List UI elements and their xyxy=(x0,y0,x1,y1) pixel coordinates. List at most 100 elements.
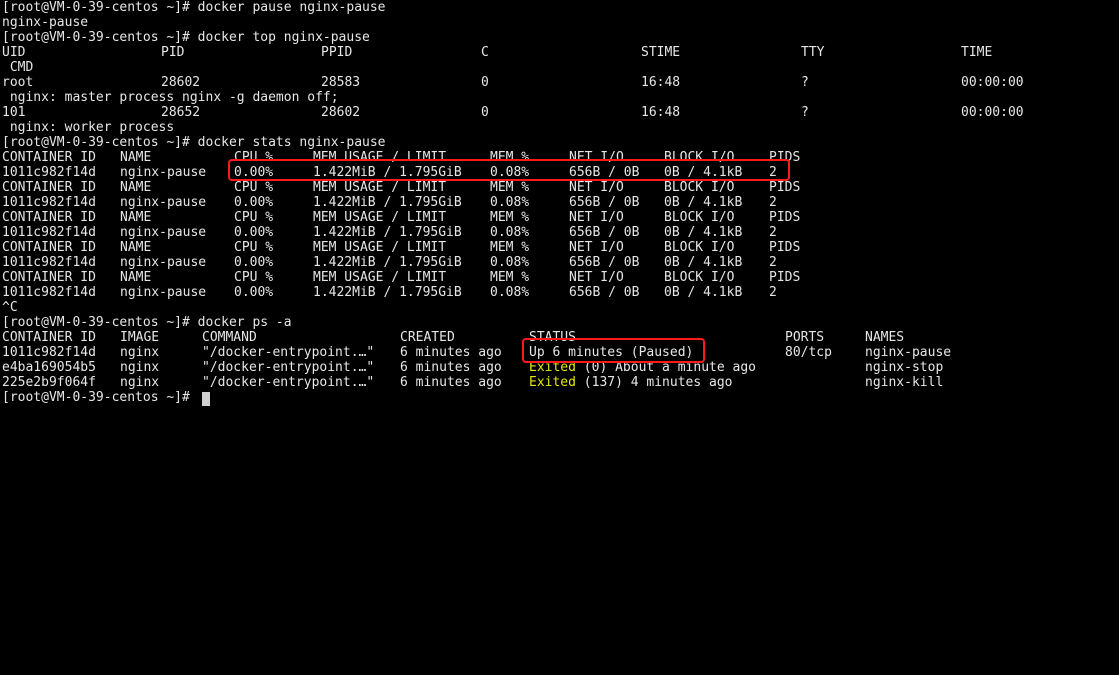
stats-cell: 1.422MiB / 1.795GiB xyxy=(313,195,462,210)
stats-col-mem-usage: MEM USAGE / LIMIT xyxy=(313,240,447,255)
stats-col-pids: PIDS xyxy=(769,240,801,255)
stats-col-name: NAME xyxy=(120,150,152,165)
top-cell: 00:00:00 xyxy=(961,75,1024,90)
stats-col-mem-usage: MEM USAGE / LIMIT xyxy=(313,180,447,195)
stats-col-net-io: NET I/O xyxy=(569,240,624,255)
ps-cell-created: 6 minutes ago xyxy=(400,360,502,375)
terminal-window[interactable]: [root@VM-0-39-centos ~]# docker pause ng… xyxy=(2,0,1119,411)
ps-row-nginx-pause: 1011c982f14d nginx "/docker-entrypoint.…… xyxy=(2,345,951,360)
ps-row-nginx-stop: e4ba169054b5 nginx "/docker-entrypoint.…… xyxy=(2,360,943,375)
stats-header-row: CONTAINER ID NAME CPU % MEM USAGE / LIMI… xyxy=(2,150,800,165)
stats-cell: 1011c982f14d xyxy=(2,255,96,270)
stats-cell: 656B / 0B xyxy=(569,285,640,300)
stats-col-block-io: BLOCK I/O xyxy=(664,270,735,285)
top-cell: 28602 xyxy=(161,75,201,90)
top-col-uid: UID xyxy=(2,45,26,60)
stats-cell: 1.422MiB / 1.795GiB xyxy=(313,255,462,270)
stats-cell: 0B / 4.1kB xyxy=(664,285,743,300)
ps-row-nginx-kill: 225e2b9f064f nginx "/docker-entrypoint.…… xyxy=(2,375,943,390)
stats-col-container-id: CONTAINER ID xyxy=(2,270,96,285)
stats-col-mem-pct: MEM % xyxy=(490,180,530,195)
stats-highlight-box xyxy=(228,159,790,181)
top-col-stime: STIME xyxy=(641,45,681,60)
stats-header-row: CONTAINER ID NAME CPU % MEM USAGE / LIMI… xyxy=(2,180,800,195)
top-cell: 00:00:00 xyxy=(961,105,1024,120)
top-header-row: UID PID PPID C STIME TTY TIME xyxy=(2,45,992,60)
ps-cell-command: "/docker-entrypoint.…" xyxy=(202,345,375,360)
stats-cell: nginx-pause xyxy=(120,225,207,240)
stats-cell: 656B / 0B xyxy=(569,255,640,270)
top-cell: 28583 xyxy=(321,75,361,90)
top-cell: ? xyxy=(801,75,809,90)
ps-col-names: NAMES xyxy=(865,330,905,345)
stats-col-mem-pct: MEM % xyxy=(490,240,530,255)
stats-cell: 0.08% xyxy=(490,255,530,270)
stats-col-pids: PIDS xyxy=(769,210,801,225)
stats-col-cpu: CPU % xyxy=(234,180,274,195)
top-col-c: C xyxy=(481,45,489,60)
stats-data-row: 1011c982f14d nginx-pause 0.00% 1.422MiB … xyxy=(2,195,777,210)
stats-cell: 656B / 0B xyxy=(569,225,640,240)
stats-cell: nginx-pause xyxy=(120,195,207,210)
top-cell: 0 xyxy=(481,105,489,120)
top-process-cmd: nginx: master process nginx -g daemon of… xyxy=(2,90,339,105)
top-col-pid: PID xyxy=(161,45,185,60)
exit-detail: (137) 4 minutes ago xyxy=(575,375,733,390)
stats-data-row: 1011c982f14d nginx-pause 0.00% 1.422MiB … xyxy=(2,285,777,300)
stats-col-net-io: NET I/O xyxy=(569,270,624,285)
stats-col-mem-usage: MEM USAGE / LIMIT xyxy=(313,210,447,225)
top-cell: ? xyxy=(801,105,809,120)
ps-cell-names: nginx-kill xyxy=(865,375,944,390)
stats-col-net-io: NET I/O xyxy=(569,210,624,225)
stats-cell: 0.00% xyxy=(234,255,274,270)
ps-cell-image: nginx xyxy=(120,345,160,360)
stats-cell: 0.00% xyxy=(234,225,274,240)
ps-col-container-id: CONTAINER ID xyxy=(2,330,96,345)
stats-data-row: 1011c982f14d nginx-pause 0.00% 1.422MiB … xyxy=(2,225,777,240)
stats-col-pids: PIDS xyxy=(769,180,801,195)
ps-cell-container-id: 1011c982f14d xyxy=(2,345,96,360)
stats-col-cpu: CPU % xyxy=(234,270,274,285)
prompt-top-command: [root@VM-0-39-centos ~]# docker top ngin… xyxy=(2,30,370,45)
exited-status-label: Exited xyxy=(529,375,576,390)
stats-data-row: 1011c982f14d nginx-pause 0.00% 1.422MiB … xyxy=(2,165,777,180)
stats-col-name: NAME xyxy=(120,240,152,255)
ps-cell-command: "/docker-entrypoint.…" xyxy=(202,360,375,375)
stats-col-mem-pct: MEM % xyxy=(490,270,530,285)
stats-cell: 1.422MiB / 1.795GiB xyxy=(313,285,462,300)
ps-cell-names: nginx-stop xyxy=(865,360,944,375)
stats-col-block-io: BLOCK I/O xyxy=(664,210,735,225)
stats-cell: nginx-pause xyxy=(120,165,207,180)
stats-col-mem-pct: MEM % xyxy=(490,210,530,225)
top-cell: 101 xyxy=(2,105,26,120)
top-cell: root xyxy=(2,75,34,90)
stats-cell: 0.08% xyxy=(490,225,530,240)
top-cell: 16:48 xyxy=(641,105,681,120)
stats-col-cpu: CPU % xyxy=(234,240,274,255)
ps-cell-names: nginx-pause xyxy=(865,345,952,360)
top-cell: 0 xyxy=(481,75,489,90)
prompt-stats-command: [root@VM-0-39-centos ~]# docker stats ng… xyxy=(2,135,386,150)
interrupt-line: ^C xyxy=(2,300,18,315)
stats-col-container-id: CONTAINER ID xyxy=(2,150,96,165)
top-process-row: 101 28652 28602 0 16:48 ? 00:00:00 xyxy=(2,105,1024,120)
stats-cell: 0.08% xyxy=(490,285,530,300)
ps-cell-ports: 80/tcp xyxy=(785,345,832,360)
top-col-time: TIME xyxy=(961,45,993,60)
stats-cell: nginx-pause xyxy=(120,285,207,300)
ps-cell-container-id: 225e2b9f064f xyxy=(2,375,96,390)
ps-cell-created: 6 minutes ago xyxy=(400,375,502,390)
current-prompt[interactable]: [root@VM-0-39-centos ~]# xyxy=(2,390,198,405)
stats-cell: 1011c982f14d xyxy=(2,225,96,240)
stats-cell: 1.422MiB / 1.795GiB xyxy=(313,225,462,240)
stats-header-row: CONTAINER ID NAME CPU % MEM USAGE / LIMI… xyxy=(2,240,800,255)
paused-status-highlight-box xyxy=(522,338,705,363)
ps-col-created: CREATED xyxy=(400,330,455,345)
stats-col-name: NAME xyxy=(120,180,152,195)
stats-header-row: CONTAINER ID NAME CPU % MEM USAGE / LIMI… xyxy=(2,210,800,225)
stats-cell: 2 xyxy=(769,285,777,300)
stats-cell: 0B / 4.1kB xyxy=(664,195,743,210)
stats-cell: 1011c982f14d xyxy=(2,285,96,300)
top-cell: 16:48 xyxy=(641,75,681,90)
output-line: nginx-pause xyxy=(2,15,89,30)
